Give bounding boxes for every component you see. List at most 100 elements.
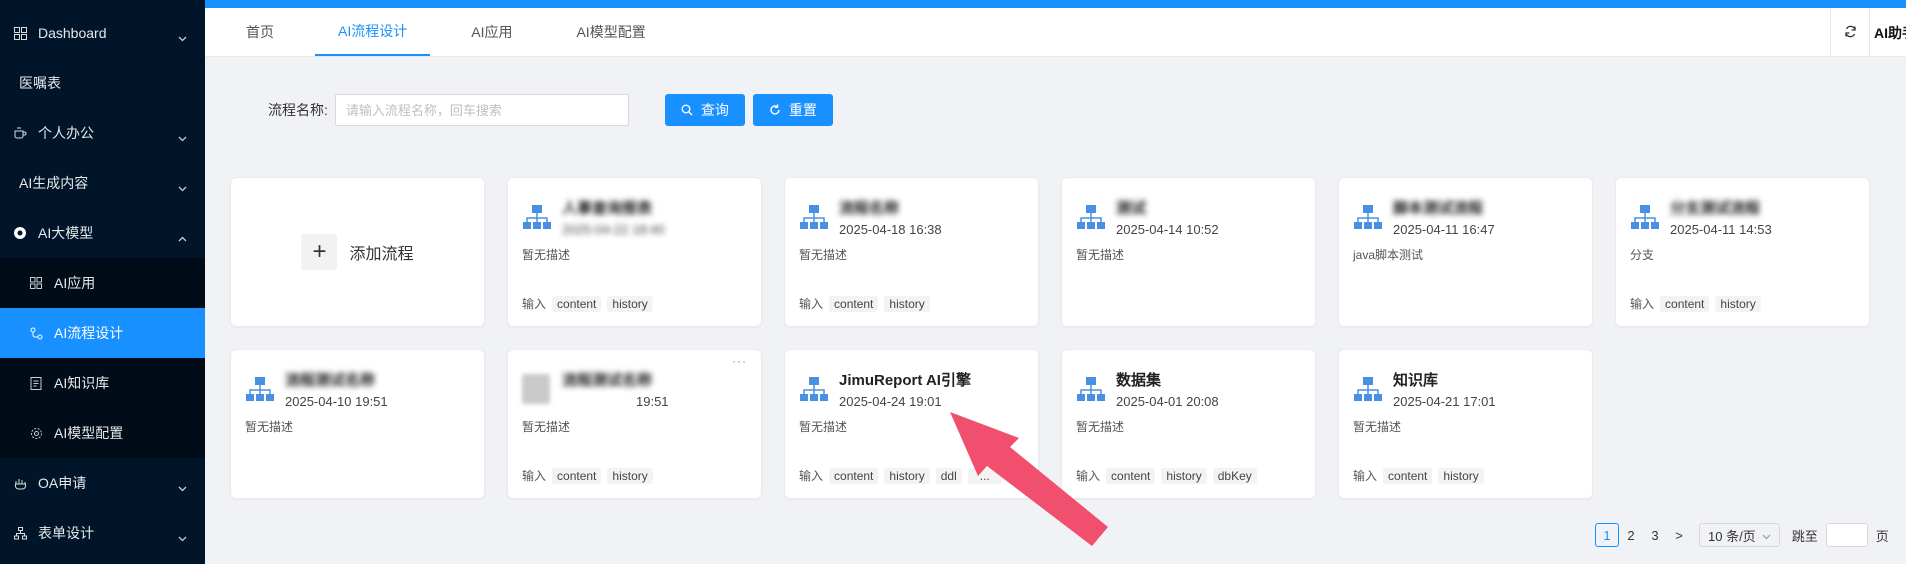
query-button[interactable]: 查询 xyxy=(664,94,745,126)
coffee-icon xyxy=(12,125,28,141)
flow-desc: java脚本测试 xyxy=(1353,248,1424,262)
flow-date: 19:51 xyxy=(636,394,669,409)
flow-card[interactable]: 流程名称 2025-04-18 16:38 暂无描述 输入 content hi… xyxy=(784,177,1039,327)
tag: history xyxy=(607,295,653,312)
flow-desc: 暂无描述 xyxy=(799,420,848,434)
flow-date: 2025-04-01 20:08 xyxy=(1116,394,1219,409)
add-flow-label: 添加流程 xyxy=(349,246,414,263)
flow-tags: 输入 content history ddl ... xyxy=(799,467,1008,484)
sidebar-item-ai-flow-design[interactable]: AI流程设计 xyxy=(0,308,205,358)
page-3[interactable]: 3 xyxy=(1643,523,1667,547)
top-accent-bar xyxy=(205,0,1906,8)
tag: history xyxy=(884,295,930,312)
flow-date: 2025-04-14 10:52 xyxy=(1116,222,1219,237)
page-size-value: 10 条/页 xyxy=(1708,528,1756,544)
refresh-icon xyxy=(1844,25,1857,41)
tag: history xyxy=(884,467,930,484)
sidebar-item-ai-content[interactable]: AI生成内容 xyxy=(0,158,205,208)
tag: history xyxy=(607,467,653,484)
tree-icon xyxy=(12,525,28,541)
tag: history xyxy=(1715,295,1761,312)
flow-thumbnail-icon xyxy=(522,374,550,404)
sidebar-item-ai-knowledge[interactable]: AI知识库 xyxy=(0,358,205,408)
tag: content xyxy=(552,467,602,484)
input-label: 输入 xyxy=(1076,469,1101,483)
sidebar-item-orders[interactable]: 医嘱表 xyxy=(0,58,205,108)
tag: history xyxy=(1438,467,1484,484)
sidebar-item-personal-office[interactable]: 个人办公 xyxy=(0,108,205,158)
chevron-down-icon xyxy=(178,179,187,195)
tab-bar: 首页 AI流程设计 AI应用 AI模型配置 AI助手 xyxy=(205,8,1906,57)
jump-page-input[interactable] xyxy=(1825,523,1868,547)
ai-helper-button[interactable]: AI助手 xyxy=(1870,23,1906,43)
flow-name-input[interactable] xyxy=(334,94,629,126)
search-bar: 流程名称: 查询 重置 xyxy=(268,94,833,126)
next-page-button[interactable]: > xyxy=(1667,523,1691,547)
sidebar-item-form-design[interactable]: 表单设计 xyxy=(0,508,205,558)
tab-ai-model-config[interactable]: AI模型配置 xyxy=(553,8,668,56)
input-label: 输入 xyxy=(799,469,824,483)
pagination: 1 2 3 > 10 条/页 跳至 页 xyxy=(1595,523,1889,547)
sidebar-item-label: AI应用 xyxy=(54,275,96,291)
flow-name: 分支测试流程 xyxy=(1670,200,1761,217)
query-label: 查询 xyxy=(700,102,729,118)
reset-label: 重置 xyxy=(788,102,817,118)
flow-card[interactable]: 人事查询报表 2025-04-22 18:40 暂无描述 输入 content … xyxy=(507,177,762,327)
tab-home[interactable]: 首页 xyxy=(223,8,297,56)
flow-date: 2025-04-10 19:51 xyxy=(285,394,388,409)
flow-date: 2025-04-24 19:01 xyxy=(839,394,942,409)
org-chart-icon xyxy=(799,202,829,232)
sidebar-item-oa[interactable]: OA申请 xyxy=(0,458,205,508)
flow-name: 测试 xyxy=(1116,200,1147,217)
plus-icon: + xyxy=(301,234,338,270)
flow-desc: 暂无描述 xyxy=(1353,420,1402,434)
flow-desc: 暂无描述 xyxy=(245,420,294,434)
page-size-select[interactable]: 10 条/页 xyxy=(1699,523,1780,547)
tab-ai-app[interactable]: AI应用 xyxy=(448,8,535,56)
refresh-button[interactable] xyxy=(1830,8,1870,57)
flow-card[interactable]: 测试 2025-04-14 10:52 暂无描述 xyxy=(1061,177,1316,327)
flow-card[interactable]: 流程测试名称 2025-04-10 19:51 暂无描述 xyxy=(230,349,485,499)
org-chart-icon xyxy=(245,374,275,404)
flow-card[interactable]: JimuReport AI引擎 2025-04-24 19:01 暂无描述 输入… xyxy=(784,349,1039,499)
reset-button[interactable]: 重置 xyxy=(752,94,833,126)
sidebar-item-label: 表单设计 xyxy=(38,525,94,541)
file-icon xyxy=(28,375,44,391)
gear-icon xyxy=(28,425,44,441)
flow-name: 数据集 xyxy=(1116,372,1162,389)
org-chart-icon xyxy=(1353,202,1383,232)
add-flow-card[interactable]: + 添加流程 xyxy=(230,177,485,327)
page-2[interactable]: 2 xyxy=(1619,523,1643,547)
flow-card[interactable]: 知识库 2025-04-21 17:01 暂无描述 输入 content his… xyxy=(1338,349,1593,499)
tab-ai-flow-design[interactable]: AI流程设计 xyxy=(315,8,431,56)
flow-card[interactable]: 分支测试流程 2025-04-11 14:53 分支 输入 content hi… xyxy=(1615,177,1870,327)
chevron-down-icon xyxy=(178,129,187,145)
flow-date: 2025-04-22 18:40 xyxy=(562,222,665,237)
flow-name: 人事查询报表 xyxy=(562,200,653,217)
sidebar-item-ai-model-config[interactable]: AI模型配置 xyxy=(0,408,205,458)
openai-icon xyxy=(12,225,28,241)
flow-name: 流程测试名称 xyxy=(285,372,376,389)
sidebar-item-ai-model[interactable]: AI大模型 xyxy=(0,208,205,258)
flow-desc: 暂无描述 xyxy=(522,248,571,262)
chevron-down-icon xyxy=(178,29,187,45)
sidebar-item-label: OA申请 xyxy=(38,475,87,491)
flow-name: 脚本测试流程 xyxy=(1393,200,1484,217)
flow-card[interactable]: 数据集 2025-04-01 20:08 暂无描述 输入 content his… xyxy=(1061,349,1316,499)
tag: content xyxy=(1106,467,1156,484)
flow-card[interactable]: ··· 流程测试名称 19:51 暂无描述 输入 content history xyxy=(507,349,762,499)
more-tags[interactable]: ... xyxy=(967,467,1002,484)
search-icon xyxy=(681,104,693,116)
tag: history xyxy=(1161,467,1207,484)
flow-tags: 输入 content history dbKey xyxy=(1076,467,1263,484)
page-1[interactable]: 1 xyxy=(1595,523,1619,547)
sidebar: Dashboard 医嘱表 个人办公 AI生成内容 AI大模型 AI应用 AI流… xyxy=(0,0,205,564)
flow-card[interactable]: 脚本测试流程 2025-04-11 16:47 java脚本测试 xyxy=(1338,177,1593,327)
sidebar-item-ai-app[interactable]: AI应用 xyxy=(0,258,205,308)
chevron-down-icon xyxy=(178,479,187,495)
sidebar-item-label: AI生成内容 xyxy=(19,175,89,191)
more-icon[interactable]: ··· xyxy=(732,354,747,368)
chevron-down-icon xyxy=(1762,528,1771,543)
main-content: 首页 AI流程设计 AI应用 AI模型配置 AI助手 流程名称: 查询 重置 +… xyxy=(205,0,1906,564)
sidebar-item-dashboard[interactable]: Dashboard xyxy=(0,8,205,58)
